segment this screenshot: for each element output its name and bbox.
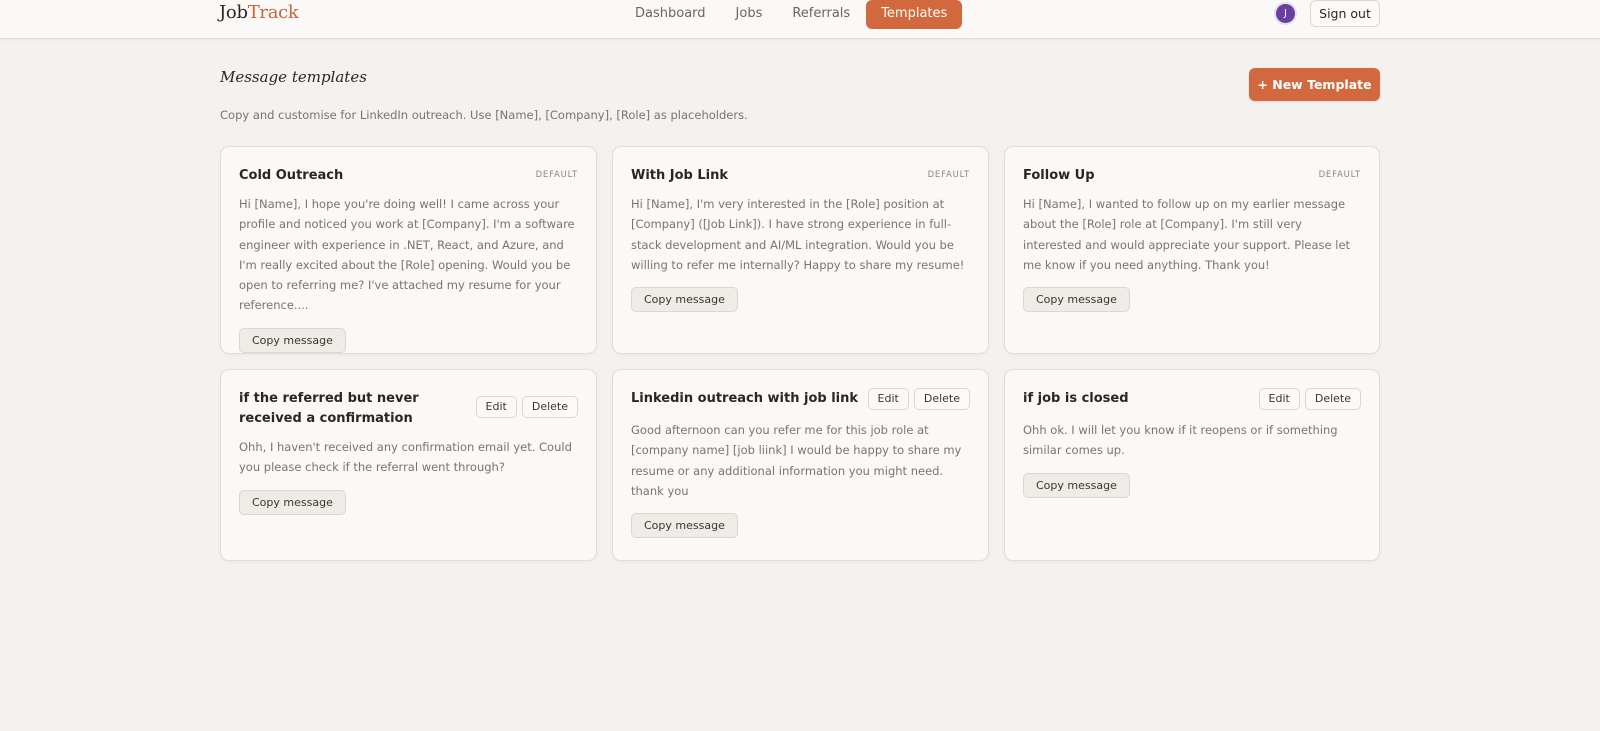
nav-referrals[interactable]: Referrals [777, 0, 865, 29]
user-avatar[interactable]: J [1276, 4, 1295, 23]
template-title: if job is closed [1023, 391, 1129, 406]
delete-button[interactable]: Delete [521, 396, 578, 418]
template-body: Ohh ok. I will let you know if it reopen… [1023, 423, 1338, 458]
template-body: Good afternoon can you refer me for this… [631, 423, 962, 498]
template-title: With Job Link [631, 168, 729, 183]
top-navbar: JobTrack Dashboard Jobs Referrals Templa… [0, 0, 1600, 39]
copy-message-button[interactable]: Copy message [1023, 287, 1130, 313]
main-nav: Dashboard Jobs Referrals Templates [620, 0, 963, 29]
template-card: With Job Link DEFAULT Hi [Name], I'm ver… [612, 146, 989, 354]
template-body: Ohh, I haven't received any confirmation… [239, 440, 572, 475]
template-title: Follow Up [1023, 168, 1095, 183]
template-card: if the referred but never received a con… [220, 369, 597, 561]
template-card: Follow Up DEFAULT Hi [Name], I wanted to… [1004, 146, 1380, 354]
nav-dashboard[interactable]: Dashboard [620, 0, 721, 29]
card-actions: Edit Delete [475, 396, 578, 418]
edit-button[interactable]: Edit [1258, 388, 1300, 410]
copy-message-button[interactable]: Copy message [239, 327, 346, 353]
card-actions: Edit Delete [867, 388, 970, 410]
new-template-button[interactable]: + New Template [1249, 68, 1380, 101]
default-badge: DEFAULT [535, 170, 578, 180]
logo-part-track: Track [247, 2, 299, 23]
page-title: Message templates [220, 68, 367, 86]
template-body: Hi [Name], I wanted to follow up on my e… [1023, 197, 1351, 272]
template-body: Hi [Name], I'm very interested in the [R… [631, 197, 965, 272]
default-badge: DEFAULT [1318, 170, 1361, 180]
template-card: if job is closed Edit Delete Ohh ok. I w… [1004, 369, 1380, 561]
edit-button[interactable]: Edit [867, 388, 909, 410]
page-subtitle: Copy and customise for LinkedIn outreach… [220, 108, 748, 122]
card-actions: Edit Delete [1258, 388, 1361, 410]
delete-button[interactable]: Delete [1304, 388, 1361, 410]
delete-button[interactable]: Delete [913, 388, 970, 410]
sign-out-button[interactable]: Sign out [1310, 0, 1380, 27]
template-title: Linkedin outreach with job link [631, 391, 859, 406]
nav-jobs[interactable]: Jobs [721, 0, 778, 29]
logo-part-job: Job [219, 2, 248, 23]
default-badge: DEFAULT [927, 170, 970, 180]
copy-message-button[interactable]: Copy message [239, 489, 346, 515]
copy-message-button[interactable]: Copy message [1023, 472, 1130, 498]
template-title: if the referred but never received a con… [239, 391, 419, 426]
template-title: Cold Outreach [239, 168, 344, 183]
nav-templates[interactable]: Templates [866, 0, 963, 29]
template-body: Hi [Name], I hope you're doing well! I c… [239, 197, 575, 313]
edit-button[interactable]: Edit [475, 396, 517, 418]
template-card: Cold Outreach DEFAULT Hi [Name], I hope … [220, 146, 597, 354]
app-logo[interactable]: JobTrack [219, 2, 299, 23]
copy-message-button[interactable]: Copy message [631, 513, 738, 539]
copy-message-button[interactable]: Copy message [631, 287, 738, 313]
template-card: Linkedin outreach with job link Edit Del… [612, 369, 989, 561]
